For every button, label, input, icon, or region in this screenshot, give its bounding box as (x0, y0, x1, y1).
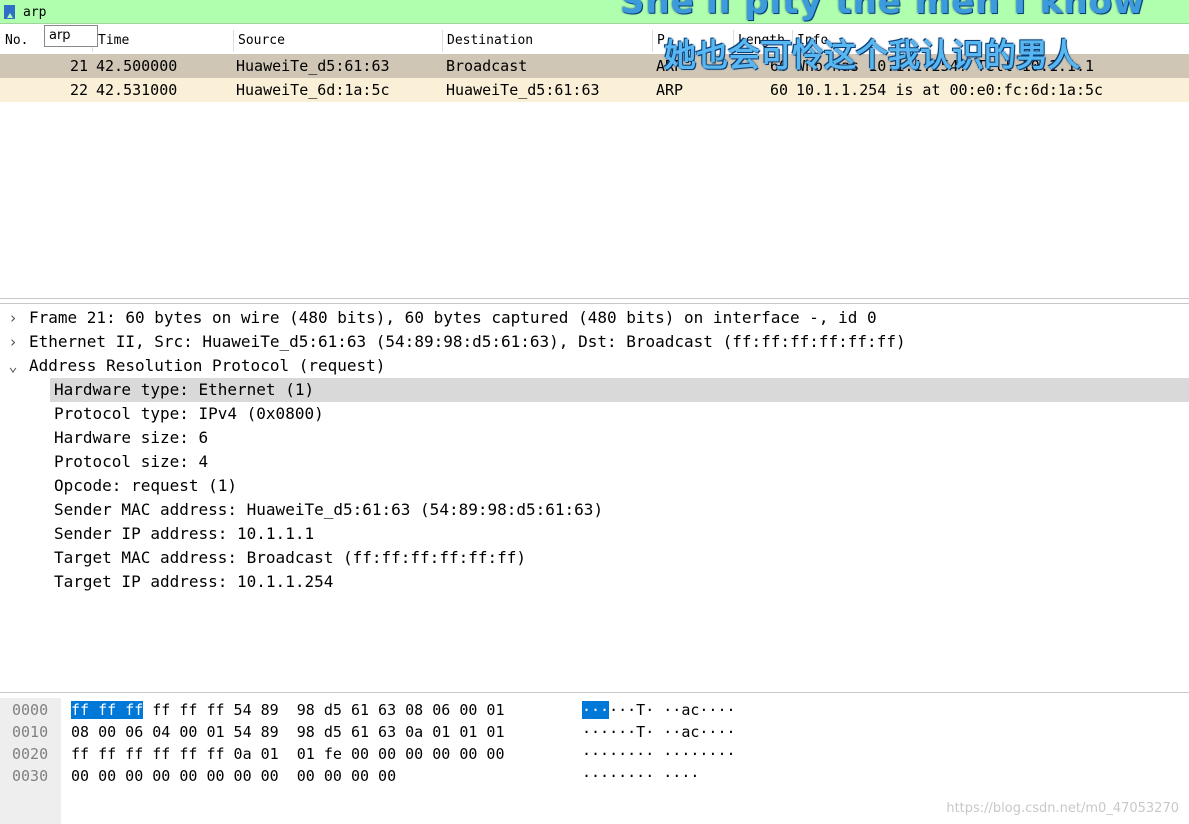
byte-offset: 0030 (12, 767, 49, 785)
column-header-time[interactable]: Time (98, 33, 129, 48)
hex-line[interactable]: ff ff ff ff ff ff 0a 01 01 fe 00 00 00 0… (71, 745, 504, 763)
packet-no: 22 (70, 81, 89, 99)
hex-bytes[interactable]: ff ff ff 54 89 98 d5 61 63 08 06 00 01 (143, 701, 504, 719)
packet-details-pane: › Frame 21: 60 bytes on wire (480 bits),… (0, 303, 1189, 693)
packet-time: 42.500000 (96, 57, 178, 75)
packet-row[interactable]: 22 42.531000 HuaweiTe_6d:1a:5c HuaweiTe_… (0, 78, 1189, 102)
lyric-caption-chinese: 她也会可怜这个我认识的男人 (664, 36, 1081, 74)
tree-node-label: Ethernet II, Src: HuaweiTe_d5:61:63 (54:… (29, 332, 906, 351)
tree-node-frame[interactable]: › Frame 21: 60 bytes on wire (480 bits),… (0, 306, 1189, 330)
ascii-line[interactable]: ······T· ··ac···· (582, 701, 736, 719)
hex-selection[interactable]: ff ff ff (71, 701, 144, 719)
chevron-down-icon[interactable]: ⌄ (6, 354, 20, 378)
arp-field-target-ip[interactable]: Target IP address: 10.1.1.254 (50, 570, 1189, 594)
column-divider[interactable] (652, 30, 653, 52)
arp-field-protocol-size[interactable]: Protocol size: 4 (50, 450, 1189, 474)
arp-field-hardware-type[interactable]: Hardware type: Ethernet (1) (50, 378, 1189, 402)
packet-source: HuaweiTe_d5:61:63 (236, 57, 390, 75)
tree-node-label: Address Resolution Protocol (request) (29, 356, 386, 375)
lyric-caption-english: She'll pity the men I know (620, 0, 1146, 22)
ascii-line[interactable]: ········ ········ (582, 745, 736, 763)
packet-time: 42.531000 (96, 81, 178, 99)
packet-destination: Broadcast (446, 57, 528, 75)
column-divider[interactable] (233, 30, 234, 52)
packet-no: 21 (70, 57, 89, 75)
column-divider[interactable] (442, 30, 443, 52)
ascii-line[interactable]: ······T· ··ac···· (582, 723, 736, 741)
ascii-bytes[interactable]: ···T· ··ac···· (609, 701, 735, 719)
byte-offset: 0010 (12, 723, 49, 741)
arp-field-target-mac[interactable]: Target MAC address: Broadcast (ff:ff:ff:… (50, 546, 1189, 570)
hex-line[interactable]: ff ff ff ff ff ff 54 89 98 d5 61 63 08 0… (71, 701, 504, 719)
bookmark-icon[interactable] (4, 5, 15, 19)
filter-autocomplete-item[interactable]: arp (44, 25, 98, 47)
packet-length: 60 (770, 81, 789, 99)
packet-source: HuaweiTe_6d:1a:5c (236, 81, 390, 99)
ascii-selection[interactable]: ··· (582, 701, 610, 719)
packet-info: 10.1.1.254 is at 00:e0:fc:6d:1a:5c (796, 81, 1104, 99)
hex-line[interactable]: 00 00 00 00 00 00 00 00 00 00 00 00 (71, 767, 396, 785)
column-header-no[interactable]: No. (5, 33, 28, 48)
column-header-source[interactable]: Source (238, 33, 285, 48)
arp-field-sender-mac[interactable]: Sender MAC address: HuaweiTe_d5:61:63 (5… (50, 498, 1189, 522)
hex-line[interactable]: 08 00 06 04 00 01 54 89 98 d5 61 63 0a 0… (71, 723, 504, 741)
arp-field-protocol-type[interactable]: Protocol type: IPv4 (0x0800) (50, 402, 1189, 426)
tree-node-ethernet[interactable]: › Ethernet II, Src: HuaweiTe_d5:61:63 (5… (0, 330, 1189, 354)
ascii-line[interactable]: ········ ···· (582, 767, 699, 785)
packet-protocol: ARP (656, 81, 684, 99)
tree-node-arp[interactable]: ⌄ Address Resolution Protocol (request) (0, 354, 1189, 378)
byte-offset: 0020 (12, 745, 49, 763)
column-header-destination[interactable]: Destination (447, 33, 533, 48)
byte-offset: 0000 (12, 701, 49, 719)
arp-field-sender-ip[interactable]: Sender IP address: 10.1.1.1 (50, 522, 1189, 546)
chevron-right-icon[interactable]: › (6, 330, 20, 354)
tree-node-label: Frame 21: 60 bytes on wire (480 bits), 6… (29, 308, 877, 327)
watermark: https://blog.csdn.net/m0_47053270 (946, 801, 1179, 816)
packet-destination: HuaweiTe_d5:61:63 (446, 81, 600, 99)
arp-field-opcode[interactable]: Opcode: request (1) (50, 474, 1189, 498)
chevron-right-icon[interactable]: › (6, 306, 20, 330)
arp-field-hardware-size[interactable]: Hardware size: 6 (50, 426, 1189, 450)
